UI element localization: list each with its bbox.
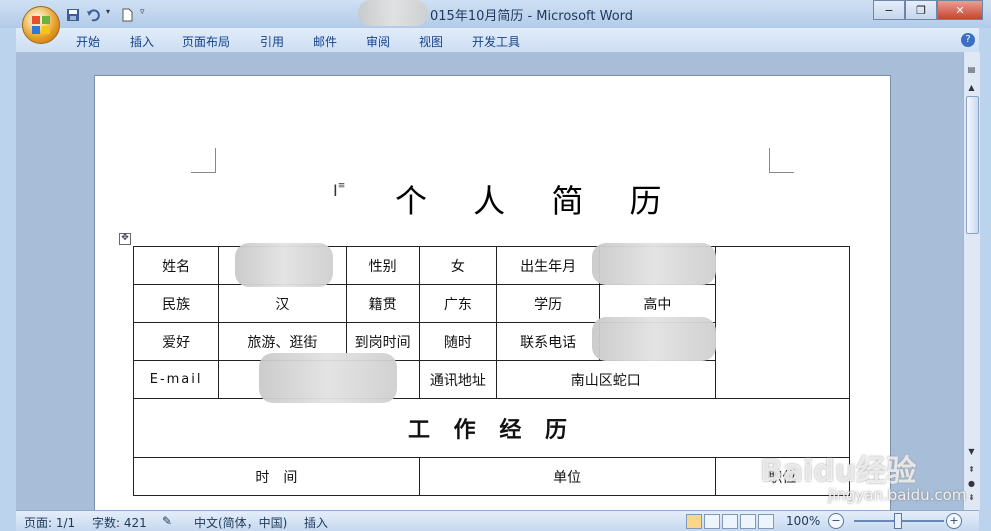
window-title: 015年10月简历 - Microsoft Word [430,9,634,24]
table-cell[interactable]: 民族 [132,284,220,323]
undo-icon[interactable] [86,7,100,22]
table-header-cell[interactable]: 时 间 [133,457,420,496]
redacted-area [259,353,398,403]
browse-object-icon[interactable]: ● [966,478,977,489]
zoom-level[interactable]: 100% [786,514,820,528]
tab-view[interactable]: 视图 [419,33,443,50]
office-button[interactable] [22,6,60,44]
document-title: 个 人 简 历 [395,182,680,220]
redacted-area [592,243,717,285]
ribbon-tabs: 开始 插入 页面布局 引用 邮件 审阅 视图 开发工具 ? [16,28,979,53]
status-bar: 页面: 1/1 字数: 421 ✎ 中文(简体，中国) 插入 100% − + [16,510,979,531]
scroll-up-icon[interactable]: ▲ [966,82,977,93]
document-workspace: I≡ 个 人 简 历 ✥ 姓名 性别 女 出生年月 民族 汉 籍贯 广东 学历 … [16,52,963,510]
language-indicator[interactable]: 中文(简体，中国) [194,514,287,531]
name-value-cell[interactable] [218,243,347,287]
redacted-area [235,243,334,287]
redacted-area [358,0,428,26]
insert-mode[interactable]: 插入 [304,514,328,531]
qat-dropdown-icon[interactable]: ▾ [106,7,114,21]
table-cell[interactable]: 出生年月 [495,246,601,285]
tab-review[interactable]: 审阅 [366,33,390,50]
restore-button[interactable]: ❐ [905,0,937,20]
table-cell[interactable]: 汉 [218,284,347,323]
document-page[interactable]: I≡ 个 人 简 历 ✥ 姓名 性别 女 出生年月 民族 汉 籍贯 广东 学历 … [94,75,891,510]
table-row: 时 间 单位 职位 [133,457,851,496]
table-cell[interactable]: 姓名 [132,246,220,285]
section-header[interactable]: 工 作 经 历 [133,398,850,458]
table-cell[interactable]: 籍贯 [345,284,420,323]
view-print-icon[interactable] [686,514,702,529]
office-logo-icon [32,16,50,34]
view-draft-icon[interactable] [758,514,774,529]
table-row: 工 作 经 历 [133,398,850,458]
minimize-button[interactable]: − [873,0,905,20]
view-fullscreen-icon[interactable] [704,514,720,529]
zoom-in-button[interactable]: + [946,513,962,529]
prev-page-icon[interactable]: ⇞ [966,464,977,475]
vertical-scrollbar[interactable]: ▤ ▲ ▼ ⇞ ● ⇟ [963,52,980,510]
table-cell[interactable]: 学历 [495,284,601,323]
table-cell[interactable]: 女 [418,246,497,285]
birthdate-value-cell[interactable] [592,243,717,285]
tab-page-layout[interactable]: 页面布局 [182,33,230,50]
window-controls: − ❐ ✕ [873,0,983,20]
tab-mailings[interactable]: 邮件 [313,33,337,50]
zoom-out-button[interactable]: − [828,513,844,529]
page-count[interactable]: 页面: 1/1 [24,514,75,531]
table-cell[interactable]: E-mail [132,360,220,399]
tab-home[interactable]: 开始 [76,33,100,50]
watermark-brand: Baidu经验 [760,454,917,489]
table-cell[interactable]: 南山区蛇口 [495,360,716,399]
table-cell[interactable]: 联系电话 [495,322,601,361]
customize-qat-icon[interactable]: ▿ [140,7,148,21]
view-web-icon[interactable] [722,514,738,529]
zoom-slider-thumb[interactable] [894,513,902,529]
resume-table: 姓名 性别 女 出生年月 民族 汉 籍贯 广东 学历 高中 爱好 旅游、逛街 到… [132,243,851,496]
table-cell[interactable]: 随时 [418,322,497,361]
email-value-cell[interactable] [218,353,420,403]
ruler-toggle-icon[interactable]: ▤ [966,64,977,75]
quick-access-toolbar: ▾ ▿ [66,6,148,22]
table-cell[interactable]: 通讯地址 [418,360,497,399]
table-header-cell[interactable]: 单位 [418,457,716,496]
view-outline-icon[interactable] [740,514,756,529]
table-cell[interactable]: 广东 [418,284,497,323]
new-doc-icon[interactable] [120,7,134,22]
word-count[interactable]: 字数: 421 [92,514,147,531]
margin-corner-top-left [191,148,216,173]
text-cursor-icon: I≡ [333,181,346,200]
redacted-area [592,317,717,361]
save-icon[interactable] [66,7,80,21]
photo-cell[interactable] [714,246,851,399]
close-button[interactable]: ✕ [937,0,983,20]
margin-corner-top-right [769,148,794,173]
scroll-down-icon[interactable]: ▼ [966,446,977,457]
table-row: 姓名 性别 女 出生年月 [132,243,851,399]
tab-developer[interactable]: 开发工具 [472,33,520,50]
next-page-icon[interactable]: ⇟ [966,492,977,503]
table-move-icon[interactable]: ✥ [119,233,131,245]
tab-references[interactable]: 引用 [260,33,284,50]
title-bar: ▾ ▿ 015年10月简历 - Microsoft Word − ❐ ✕ [0,0,991,28]
table-cell[interactable]: 性别 [345,246,420,285]
phone-value-cell[interactable] [592,317,717,361]
help-icon[interactable]: ? [961,33,975,47]
tab-insert[interactable]: 插入 [130,33,154,50]
watermark-url: jingyan.baidu.com [828,486,967,504]
scroll-thumb[interactable] [966,96,979,234]
table-cell[interactable]: 爱好 [132,322,220,361]
spellcheck-icon[interactable]: ✎ [162,514,172,528]
